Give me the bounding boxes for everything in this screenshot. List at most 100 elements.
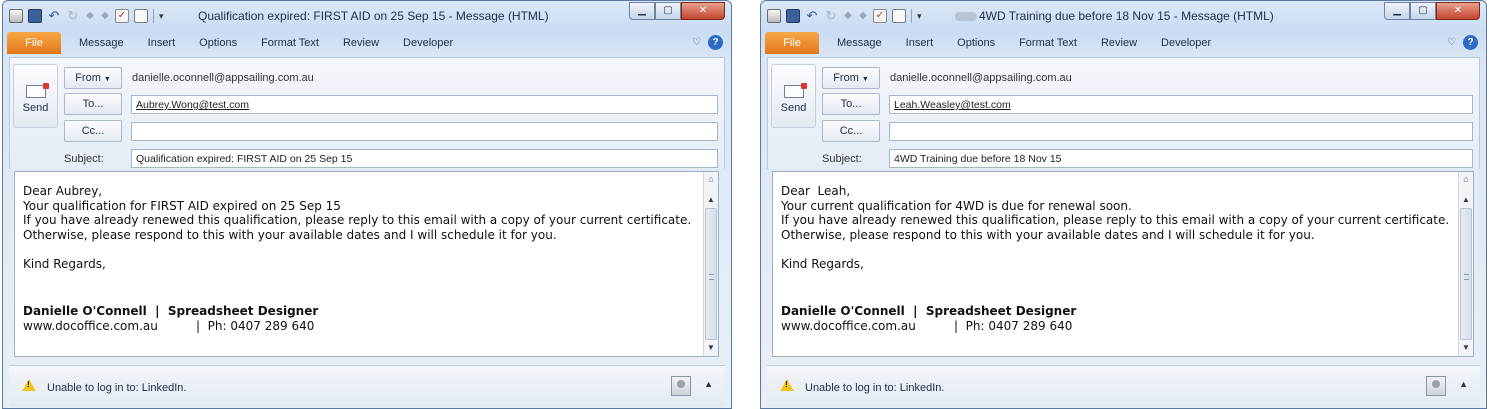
send-envelope-icon — [25, 83, 49, 98]
send-button[interactable]: Send — [13, 64, 58, 128]
tab-file[interactable]: File — [7, 32, 61, 54]
previous-item-icon[interactable]: ◆ — [843, 9, 853, 23]
message-body-text[interactable]: Dear Leah, Your current qualification fo… — [781, 184, 1453, 333]
tab-file[interactable]: File — [765, 32, 819, 54]
vertical-scrollbar[interactable]: ⌂ ▲ ▼ — [703, 172, 718, 356]
from-button[interactable]: From ▼ — [64, 67, 122, 89]
message-body-text[interactable]: Dear Aubrey, Your qualification for FIRS… — [23, 184, 698, 333]
from-button[interactable]: From ▼ — [822, 67, 880, 89]
avatar[interactable] — [1426, 376, 1446, 396]
scroll-up-arrow-icon[interactable]: ▲ — [1460, 194, 1472, 206]
tab-format-text[interactable]: Format Text — [1007, 32, 1089, 54]
cc-field[interactable] — [889, 122, 1473, 141]
minimize-button[interactable]: ▁ — [629, 2, 655, 20]
print-preview-icon[interactable] — [892, 9, 906, 23]
window-title-text: 4WD Training due before 18 Nov 15 - Mess… — [979, 9, 1274, 23]
save-icon[interactable] — [28, 9, 42, 23]
undo-icon[interactable]: ↶ — [805, 9, 819, 23]
people-pane-bar: ! Unable to log in to: LinkedIn. ▲ — [767, 365, 1480, 407]
tab-review[interactable]: Review — [1089, 32, 1149, 54]
closing: Kind Regards, — [23, 256, 106, 271]
outlook-app-icon[interactable] — [767, 9, 781, 23]
ruler-toggle-icon[interactable]: ⌂ — [1460, 174, 1472, 188]
signature-name: Danielle O'Connell | Spreadsheet Designe… — [781, 304, 1077, 318]
subject-field[interactable]: 4WD Training due before 18 Nov 15 — [889, 149, 1473, 168]
next-item-icon[interactable]: ◆ — [858, 9, 868, 23]
help-icon[interactable]: ? — [1463, 35, 1478, 50]
body-line-3: Otherwise, please respond to this with y… — [23, 227, 557, 242]
ruler-toggle-icon[interactable]: ⌂ — [705, 174, 717, 188]
expand-ribbon-chevron-icon[interactable]: ♡ — [692, 37, 701, 48]
tab-format-text[interactable]: Format Text — [249, 32, 331, 54]
to-button[interactable]: To... — [822, 93, 880, 115]
cc-button[interactable]: Cc... — [822, 120, 880, 142]
from-address: danielle.oconnell@appsailing.com.au — [890, 72, 1072, 84]
subject-label: Subject: — [64, 153, 104, 165]
from-label: From — [75, 72, 101, 84]
customize-toolbar-chevron-icon[interactable]: ▾ — [917, 9, 922, 23]
previous-item-icon[interactable]: ◆ — [85, 9, 95, 23]
message-header: Send From ▼ danielle.oconnell@appsailing.… — [767, 57, 1480, 169]
redo-icon[interactable]: ↻ — [824, 9, 838, 23]
send-button[interactable]: Send — [771, 64, 816, 128]
scroll-down-arrow-icon[interactable]: ▼ — [1460, 342, 1472, 354]
to-recipient[interactable]: Aubrey.Wong@test.com — [136, 99, 249, 111]
ribbon-tabs: File Message Insert Options Format Text … — [765, 32, 1482, 54]
tab-insert[interactable]: Insert — [136, 32, 188, 54]
maximize-button[interactable]: ▢ — [655, 2, 681, 20]
window-controls: ▁ ▢ ✕ — [629, 2, 725, 20]
outlook-app-icon[interactable] — [9, 9, 23, 23]
scroll-down-arrow-icon[interactable]: ▼ — [705, 342, 717, 354]
body-line-1: Your qualification for FIRST AID expired… — [23, 198, 341, 213]
toolbar-separator — [911, 9, 912, 23]
tab-developer[interactable]: Developer — [391, 32, 465, 54]
quick-access-toolbar: ↶ ↻ ◆ ◆ ✓ ▾ — [767, 9, 922, 23]
scroll-thumb[interactable] — [705, 208, 717, 340]
message-body[interactable]: Dear Leah, Your current qualification fo… — [772, 171, 1474, 357]
avatar[interactable] — [671, 376, 691, 396]
cc-button[interactable]: Cc... — [64, 120, 122, 142]
people-pane-bar: ! Unable to log in to: LinkedIn. ▲ — [9, 365, 725, 407]
redo-icon[interactable]: ↻ — [66, 9, 80, 23]
to-recipient[interactable]: Leah.Weasley@test.com — [894, 99, 1011, 111]
expand-people-pane-icon[interactable]: ▲ — [1459, 379, 1468, 389]
maximize-button[interactable]: ▢ — [1410, 2, 1436, 20]
tab-options[interactable]: Options — [945, 32, 1007, 54]
cc-field[interactable] — [131, 122, 718, 141]
undo-icon[interactable]: ↶ — [47, 9, 61, 23]
print-preview-icon[interactable] — [134, 9, 148, 23]
scroll-up-arrow-icon[interactable]: ▲ — [705, 194, 717, 206]
expand-ribbon-chevron-icon[interactable]: ♡ — [1447, 37, 1456, 48]
tab-message[interactable]: Message — [825, 32, 894, 54]
spelling-check-icon[interactable]: ✓ — [115, 9, 129, 23]
message-window-1: ↶ ↻ ◆ ◆ ✓ ▾ Qualification expired: FIRST… — [2, 0, 732, 409]
body-line-2: If you have already renewed this qualifi… — [781, 213, 1450, 227]
customize-toolbar-chevron-icon[interactable]: ▾ — [159, 9, 164, 23]
close-button[interactable]: ✕ — [681, 2, 725, 20]
scroll-thumb[interactable] — [1460, 208, 1472, 340]
chevron-down-icon: ▼ — [103, 76, 111, 83]
quick-access-toolbar: ↶ ↻ ◆ ◆ ✓ ▾ — [9, 9, 164, 23]
to-button[interactable]: To... — [64, 93, 122, 115]
to-field[interactable]: Aubrey.Wong@test.com — [131, 95, 718, 114]
blurred-title-prefix — [955, 12, 977, 22]
close-button[interactable]: ✕ — [1436, 2, 1480, 20]
vertical-scrollbar[interactable]: ⌂ ▲ ▼ — [1458, 172, 1473, 356]
to-field[interactable]: Leah.Weasley@test.com — [889, 95, 1473, 114]
help-icon[interactable]: ? — [708, 35, 723, 50]
minimize-button[interactable]: ▁ — [1384, 2, 1410, 20]
tab-insert[interactable]: Insert — [894, 32, 946, 54]
closing: Kind Regards, — [781, 256, 864, 271]
next-item-icon[interactable]: ◆ — [100, 9, 110, 23]
window-controls: ▁ ▢ ✕ — [1384, 2, 1480, 20]
spelling-check-icon[interactable]: ✓ — [873, 9, 887, 23]
tab-developer[interactable]: Developer — [1149, 32, 1223, 54]
expand-people-pane-icon[interactable]: ▲ — [704, 379, 713, 389]
subject-field[interactable]: Qualification expired: FIRST AID on 25 S… — [131, 149, 718, 168]
tab-message[interactable]: Message — [67, 32, 136, 54]
tab-review[interactable]: Review — [331, 32, 391, 54]
tab-options[interactable]: Options — [187, 32, 249, 54]
save-icon[interactable] — [786, 9, 800, 23]
signature-contact: www.docoffice.com.au | Ph: 0407 289 640 — [781, 318, 1073, 333]
message-body[interactable]: Dear Aubrey, Your qualification for FIRS… — [14, 171, 719, 357]
